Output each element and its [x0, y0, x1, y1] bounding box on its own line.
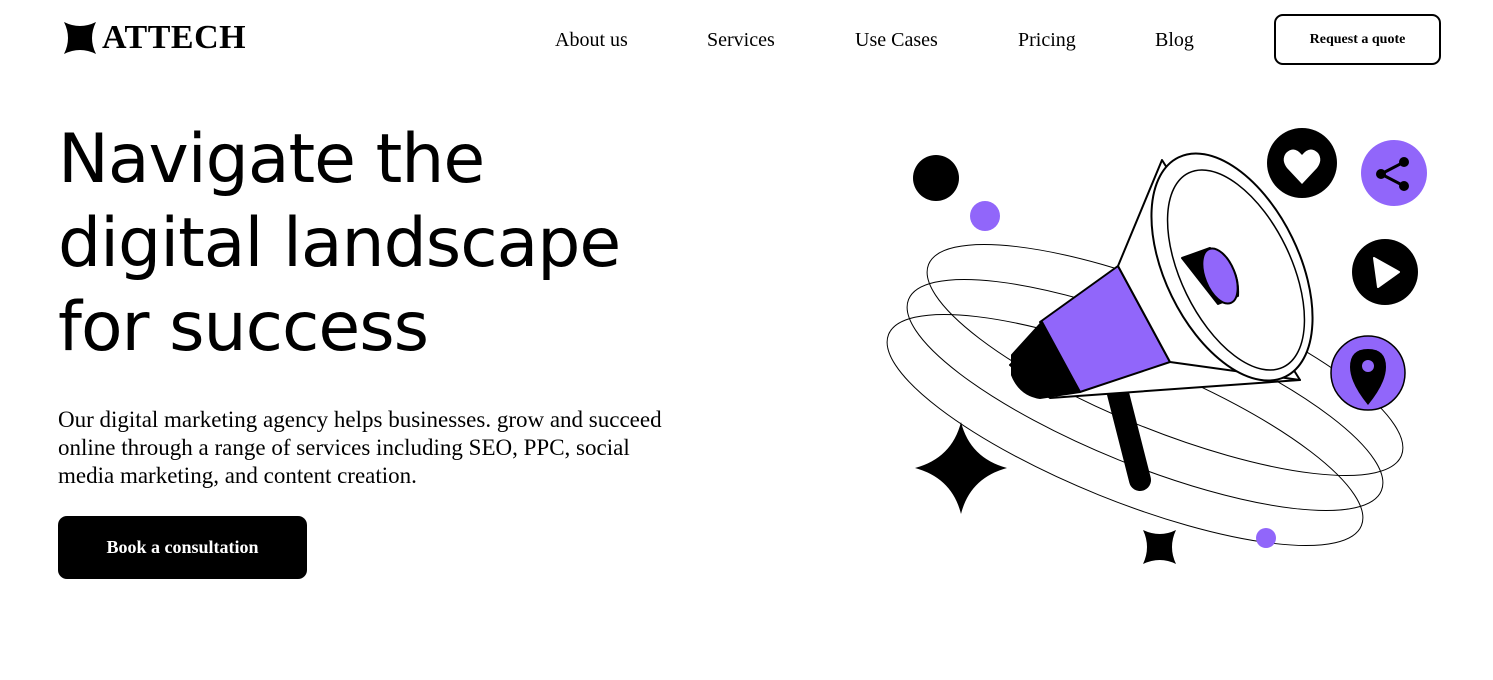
hero-description: Our digital marketing agency helps busin… — [58, 407, 662, 488]
sparkle-star-icon — [1143, 530, 1176, 564]
location-pin-icon — [1330, 335, 1406, 411]
nav-link-about-us[interactable]: About us — [555, 28, 628, 52]
book-consultation-button[interactable]: Book a consultation — [58, 516, 307, 579]
nav-link-pricing[interactable]: Pricing — [1018, 28, 1076, 52]
sparkle-star-icon — [915, 422, 1007, 514]
hero-headline-line: for success — [58, 288, 429, 367]
main-nav: About us Services Use Cases Pricing Blog — [0, 28, 1493, 52]
megaphone-illustration — [886, 128, 1427, 564]
nav-link-use-cases[interactable]: Use Cases — [855, 28, 938, 52]
decorative-dot — [913, 155, 959, 201]
share-icon — [1361, 140, 1427, 206]
decorative-dot — [970, 201, 1000, 231]
heart-icon — [1267, 128, 1337, 198]
request-quote-button[interactable]: Request a quote — [1274, 14, 1441, 65]
decorative-dot — [1256, 528, 1276, 548]
nav-link-blog[interactable]: Blog — [1155, 28, 1194, 52]
hero-headline-line: Navigate the — [58, 120, 485, 199]
play-icon — [1352, 239, 1418, 305]
hero-headline: Navigate the digital landscape for succe… — [58, 118, 778, 370]
hero-headline-line: digital landscape — [58, 204, 621, 283]
nav-link-services[interactable]: Services — [707, 28, 775, 52]
